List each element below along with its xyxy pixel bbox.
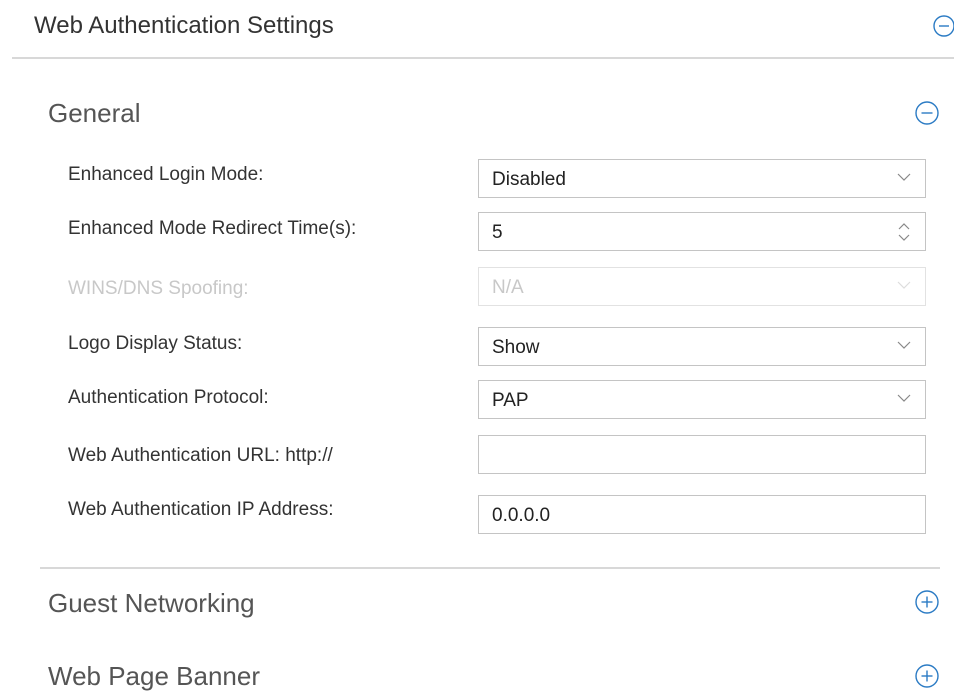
guest-networking-section-title[interactable]: Guest Networking bbox=[48, 588, 255, 619]
web-auth-ip-value: 0.0.0.0 bbox=[492, 505, 551, 526]
authentication-protocol-label: Authentication Protocol: bbox=[68, 387, 269, 408]
web-auth-ip-label: Web Authentication IP Address: bbox=[68, 499, 334, 520]
panel-title: Web Authentication Settings bbox=[34, 12, 334, 39]
collapse-circle-icon[interactable] bbox=[914, 100, 940, 126]
spinner-arrows-icon[interactable] bbox=[897, 221, 911, 243]
expand-circle-icon[interactable] bbox=[914, 663, 940, 689]
expand-circle-icon[interactable] bbox=[914, 589, 940, 615]
web-auth-url-input[interactable] bbox=[478, 435, 926, 474]
redirect-time-label: Enhanced Mode Redirect Time(s): bbox=[68, 218, 357, 239]
general-section-title[interactable]: General bbox=[48, 98, 141, 129]
logo-display-status-label: Logo Display Status: bbox=[68, 333, 243, 354]
web-authentication-settings-panel: Web Authentication Settings General Enha… bbox=[0, 0, 954, 692]
authentication-protocol-select[interactable]: PAP bbox=[478, 380, 926, 419]
wins-dns-spoofing-value: N/A bbox=[492, 277, 524, 298]
enhanced-login-mode-select[interactable]: Disabled bbox=[478, 159, 926, 198]
redirect-time-spinner[interactable]: 5 bbox=[478, 212, 926, 251]
redirect-time-value: 5 bbox=[492, 222, 503, 243]
chevron-down-icon bbox=[897, 173, 911, 181]
panel-divider bbox=[12, 57, 954, 59]
web-page-banner-section-title[interactable]: Web Page Banner bbox=[48, 661, 260, 692]
section-divider bbox=[40, 567, 940, 569]
logo-display-status-value: Show bbox=[492, 337, 540, 358]
collapse-circle-icon[interactable] bbox=[932, 14, 954, 38]
web-auth-ip-input[interactable]: 0.0.0.0 bbox=[478, 495, 926, 534]
wins-dns-spoofing-label: WINS/DNS Spoofing: bbox=[68, 278, 249, 299]
web-auth-url-label: Web Authentication URL: http:// bbox=[68, 445, 333, 466]
enhanced-login-mode-value: Disabled bbox=[492, 169, 566, 190]
authentication-protocol-value: PAP bbox=[492, 390, 529, 411]
enhanced-login-mode-label: Enhanced Login Mode: bbox=[68, 164, 264, 185]
wins-dns-spoofing-select: N/A bbox=[478, 267, 926, 306]
logo-display-status-select[interactable]: Show bbox=[478, 327, 926, 366]
chevron-down-icon bbox=[897, 341, 911, 349]
chevron-down-icon bbox=[897, 281, 911, 289]
chevron-down-icon bbox=[897, 394, 911, 402]
